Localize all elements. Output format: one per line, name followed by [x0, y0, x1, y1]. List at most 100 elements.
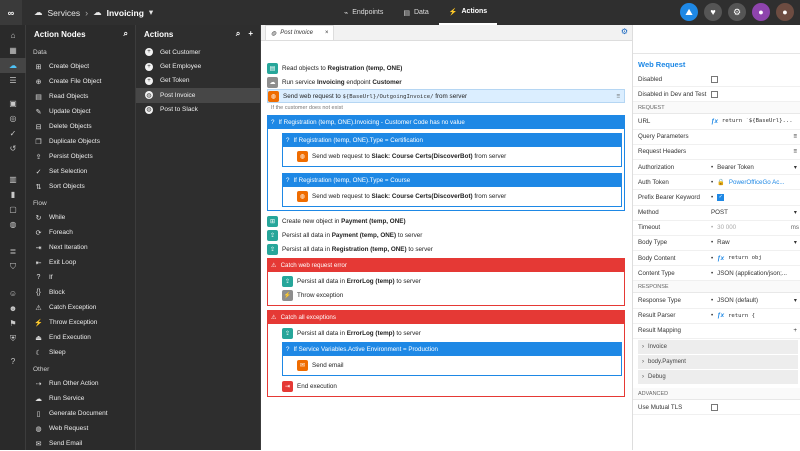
database-icon[interactable]: ≣: [0, 244, 26, 259]
prop-request-headers[interactable]: Request Headers ≡: [633, 145, 800, 160]
edit-list-icon[interactable]: ≡: [793, 133, 797, 140]
editor-tab[interactable]: ◍ Post Invoice ×: [265, 25, 335, 40]
flow-step[interactable]: ⚡ Throw exception: [282, 288, 622, 302]
node-duplicate-objects[interactable]: ❐ Duplicate Objects: [26, 134, 135, 149]
user-icon[interactable]: ☺: [0, 286, 26, 301]
node-next-iteration[interactable]: ⇥ Next Iteration: [26, 240, 135, 255]
flow-step[interactable]: ⊞ Create new object in Payment (temp, ONE…: [267, 214, 625, 228]
result-parser-field[interactable]: • ƒx return {: [711, 312, 800, 319]
users-icon[interactable]: ☻: [0, 301, 26, 316]
node-read-objects[interactable]: ▤ Read Objects: [26, 89, 135, 104]
flow-step[interactable]: ⇪ Persist all data in ErrorLog (temp) to …: [282, 326, 622, 340]
mapping-item[interactable]: › Debug: [638, 370, 798, 384]
tab-endpoints[interactable]: ⌁ Endpoints: [334, 0, 393, 25]
avatar[interactable]: ●: [776, 3, 794, 21]
if-header[interactable]: ? If Registration (temp, ONE).Type = Cour…: [283, 174, 621, 187]
tab-data[interactable]: ▤ Data: [393, 0, 438, 25]
search-icon[interactable]: ⌕: [236, 29, 240, 39]
table-icon[interactable]: ▥: [0, 172, 26, 187]
tab-actions[interactable]: ⚡ Actions: [438, 0, 498, 25]
node-run-other-action[interactable]: ⇢ Run Other Action: [26, 376, 135, 391]
node-generate-document[interactable]: ▯ Generate Document: [26, 406, 135, 421]
flow-step[interactable]: ◍ Send web request to Slack: Course Certs…: [297, 189, 619, 203]
grid-icon[interactable]: ▦: [0, 43, 26, 58]
node-foreach[interactable]: ⟳ Foreach: [26, 225, 135, 240]
compass-icon[interactable]: ◎: [0, 111, 26, 126]
if-header[interactable]: ? If Registration (temp, ONE).Invoicing -…: [268, 116, 624, 129]
node-end-execution[interactable]: ⏏ End Execution: [26, 330, 135, 345]
node-persist-objects[interactable]: ⇪ Persist Objects: [26, 149, 135, 164]
node-sleep[interactable]: ☾ Sleep: [26, 345, 135, 360]
gear-icon[interactable]: ⚙: [728, 3, 746, 21]
chevron-down-icon[interactable]: ▾: [149, 7, 153, 18]
mapping-item[interactable]: › body.Payment: [638, 355, 798, 369]
flow-step[interactable]: ⇪ Persist all data in Registration (temp,…: [267, 242, 625, 256]
breadcrumb-services[interactable]: Services: [48, 8, 81, 18]
deploy-icon[interactable]: ⛰: [680, 3, 698, 21]
mutual-tls-checkbox[interactable]: [711, 403, 718, 411]
node-create-file-object[interactable]: ⊕ Create File Object: [26, 74, 135, 89]
search-icon[interactable]: ⌕: [124, 29, 128, 39]
roles-icon[interactable]: ⚑: [0, 316, 26, 331]
gear-icon[interactable]: ⚙: [621, 27, 628, 36]
drag-handle-icon[interactable]: ≡: [616, 93, 620, 100]
catch-header[interactable]: ⚠ Catch all exceptions: [268, 311, 624, 324]
url-field[interactable]: ƒx return `${BaseUrl}...: [711, 118, 800, 125]
node-if[interactable]: ? If: [26, 270, 135, 285]
flow-step[interactable]: ◍ Send web request to Slack: Course Certs…: [297, 149, 619, 163]
prop-query-parameters[interactable]: Query Parameters ≡: [633, 130, 800, 145]
auth-token-link[interactable]: • 🔒 PowerOfficeGo Ac...: [711, 178, 800, 187]
pages-icon[interactable]: ▣: [0, 96, 26, 111]
mapping-item[interactable]: › Invoice: [638, 340, 798, 354]
services-icon[interactable]: ☁: [0, 58, 26, 73]
node-web-request[interactable]: ◍ Web Request: [26, 421, 135, 436]
action-item[interactable]: + Get Employee: [136, 59, 260, 73]
list-icon[interactable]: ☰: [0, 73, 26, 88]
node-set-selection[interactable]: ✓ Set Selection: [26, 164, 135, 179]
catch-header[interactable]: ⚠ Catch web request error: [268, 259, 624, 272]
node-send-email[interactable]: ✉ Send Email: [26, 436, 135, 451]
node-create-object[interactable]: ⊞ Create Object: [26, 59, 135, 74]
edit-list-icon[interactable]: ≡: [793, 148, 797, 155]
node-catch-exception[interactable]: ⚠ Catch Exception: [26, 300, 135, 315]
disabled-checkbox[interactable]: [711, 75, 718, 83]
node-while[interactable]: ↻ While: [26, 210, 135, 225]
node-exit-loop[interactable]: ⇤ Exit Loop: [26, 255, 135, 270]
body-type-select[interactable]: • Raw ▾: [711, 239, 800, 246]
breadcrumb-project[interactable]: Invoicing: [107, 8, 144, 18]
app-logo[interactable]: ∞: [0, 0, 22, 25]
flow-step[interactable]: ▤ Read objects to Registration (temp, ONE…: [267, 61, 625, 75]
chart-icon[interactable]: ▮: [0, 187, 26, 202]
flow-step[interactable]: ⇥ End execution: [282, 379, 622, 393]
authorization-select[interactable]: • Bearer Token ▾: [711, 164, 800, 171]
timeout-input[interactable]: • 30 000 ms: [711, 224, 800, 231]
action-item[interactable]: + Get Token: [136, 74, 260, 88]
globe-icon[interactable]: ◍: [0, 217, 26, 232]
if-header[interactable]: ? If Service Variables.Active Environment…: [283, 343, 621, 356]
node-block[interactable]: {} Block: [26, 285, 135, 300]
disabled-dev-checkbox[interactable]: [711, 90, 718, 98]
flow-step[interactable]: ✉ Send email: [297, 358, 619, 372]
prefix-bearer-checkbox[interactable]: ✓: [717, 193, 725, 201]
help-icon[interactable]: ?: [0, 354, 26, 369]
node-update-object[interactable]: ✎ Update Object: [26, 104, 135, 119]
history-icon[interactable]: ↺: [0, 141, 26, 156]
flow-step[interactable]: ⇪ Persist all data in ErrorLog (temp) to …: [282, 274, 622, 288]
close-icon[interactable]: ×: [325, 30, 329, 36]
node-throw-exception[interactable]: ⚡ Throw Exception: [26, 315, 135, 330]
if-header[interactable]: ? If Registration (temp, ONE).Type = Cert…: [283, 134, 621, 147]
body-content-field[interactable]: • ƒx return obj: [711, 255, 800, 262]
action-item-selected[interactable]: ◍ Post Invoice: [136, 88, 260, 103]
flow-step-selected[interactable]: ◍ Send web request to ${BaseUrl}/Outgoing…: [267, 89, 625, 103]
method-select[interactable]: POST ▾: [711, 209, 800, 216]
node-sort-objects[interactable]: ⇅ Sort Objects: [26, 179, 135, 194]
content-type-select[interactable]: • JSON (application/json;...: [711, 270, 800, 277]
avatar[interactable]: ●: [752, 3, 770, 21]
flow-step[interactable]: ☁ Run service Invoicing endpoint Customer: [267, 75, 625, 89]
node-run-service[interactable]: ☁ Run Service: [26, 391, 135, 406]
home-icon[interactable]: ⌂: [0, 28, 26, 43]
add-action-icon[interactable]: +: [248, 29, 253, 39]
add-icon[interactable]: +: [793, 327, 797, 334]
node-delete-objects[interactable]: ⊟ Delete Objects: [26, 119, 135, 134]
lock-icon[interactable]: ⛨: [0, 331, 26, 346]
